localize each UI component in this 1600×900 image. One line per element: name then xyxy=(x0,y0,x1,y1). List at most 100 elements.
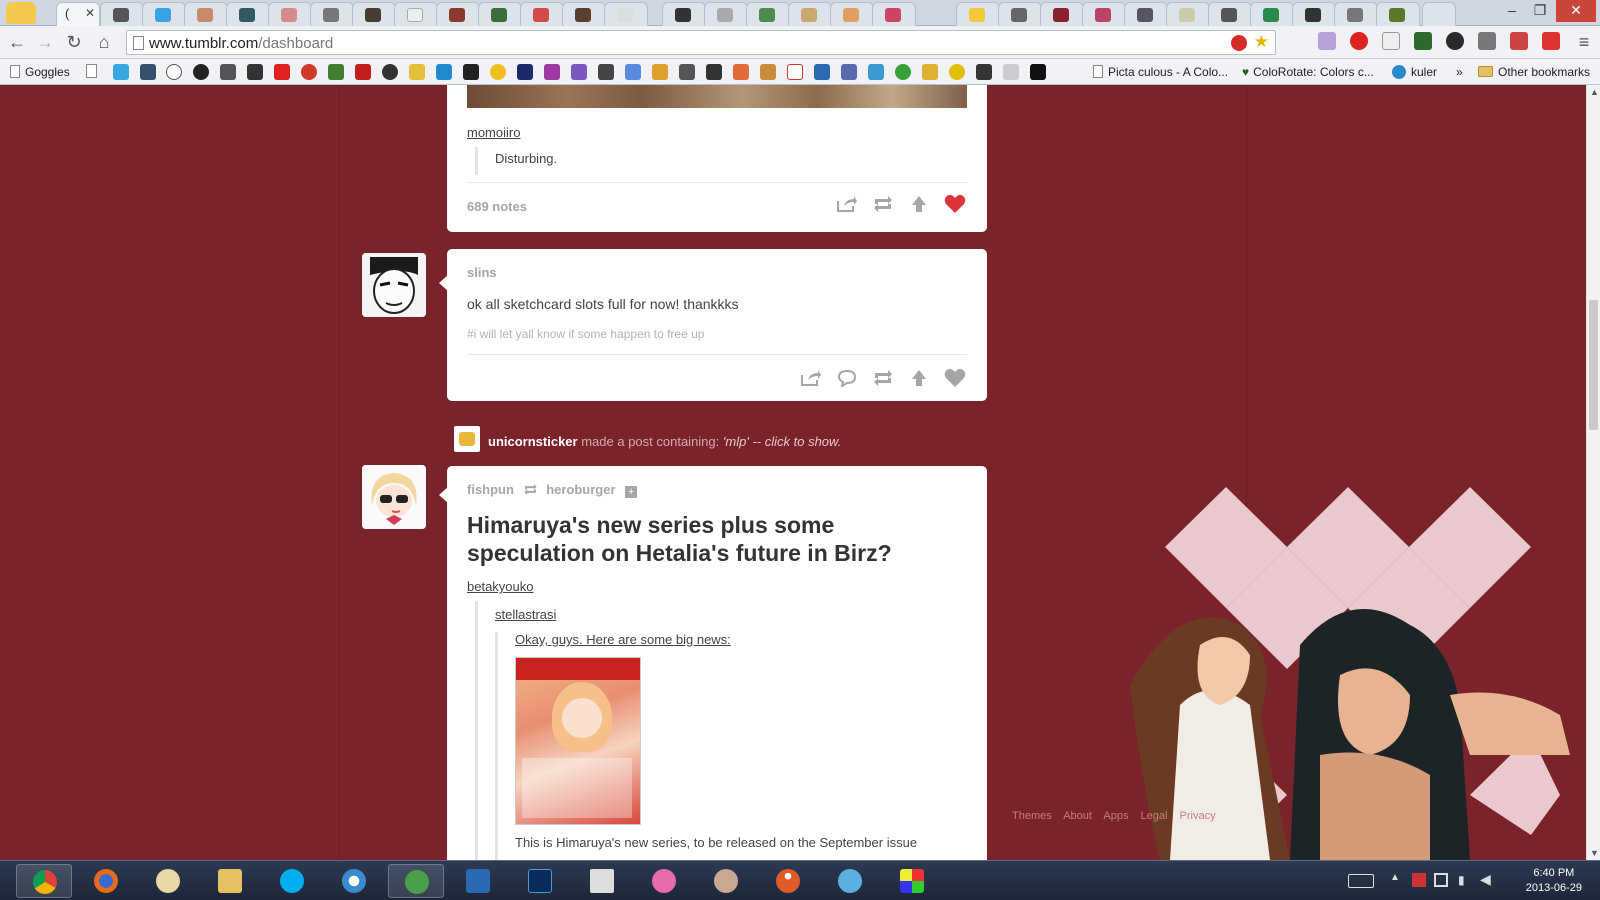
paw-icon[interactable] xyxy=(382,64,398,80)
tab[interactable] xyxy=(394,2,438,26)
tab[interactable] xyxy=(746,2,790,26)
taskbar-itunes[interactable] xyxy=(326,864,382,898)
hidden-post-notice[interactable]: unicornsticker made a post containing: '… xyxy=(488,434,841,449)
extension-icon[interactable] xyxy=(1446,32,1464,50)
follow-plus-icon[interactable]: + xyxy=(625,486,638,498)
bookmark-link[interactable]: Picta culous - A Colo... xyxy=(1093,63,1228,81)
tab[interactable] xyxy=(1124,2,1168,26)
bookmark-icon[interactable] xyxy=(625,64,641,80)
bookmark-icon[interactable] xyxy=(706,64,722,80)
tab[interactable] xyxy=(1250,2,1294,26)
bookmark-icon[interactable] xyxy=(598,64,614,80)
fan-mail-icon[interactable] xyxy=(907,367,931,389)
bookmark-star-icon[interactable]: ★ xyxy=(1254,32,1269,52)
tab[interactable] xyxy=(352,2,396,26)
footer-link-themes[interactable]: Themes xyxy=(1012,810,1052,822)
bookmark-folder[interactable]: Goggles xyxy=(10,63,70,81)
avatar[interactable] xyxy=(362,465,426,529)
taskbar-app[interactable] xyxy=(388,864,444,898)
bookmark-icon[interactable] xyxy=(436,64,452,80)
post-tags[interactable]: #i will let yall know if some happen to … xyxy=(467,327,704,341)
extension-icon[interactable] xyxy=(1542,32,1560,50)
scroll-down-icon[interactable]: ▼ xyxy=(1590,848,1599,858)
post-photo[interactable] xyxy=(467,85,967,108)
bookmark-icon[interactable] xyxy=(841,64,857,80)
bookmark-icon[interactable] xyxy=(166,64,182,80)
scroll-up-icon[interactable]: ▲ xyxy=(1590,87,1599,97)
bookmark-icon[interactable] xyxy=(868,64,884,80)
tab[interactable] xyxy=(436,2,480,26)
taskbar-explorer[interactable] xyxy=(202,864,258,898)
tab[interactable] xyxy=(100,2,144,26)
tab[interactable] xyxy=(1376,2,1420,26)
tab[interactable] xyxy=(268,2,312,26)
reblog-icon[interactable] xyxy=(871,367,895,389)
bookmark-icon[interactable] xyxy=(1030,64,1046,80)
menu-icon[interactable]: ≡ xyxy=(1572,31,1596,53)
bookmark-icon[interactable] xyxy=(571,64,587,80)
taskbar-app[interactable] xyxy=(822,864,878,898)
tab[interactable] xyxy=(184,2,228,26)
bookmark-icon[interactable] xyxy=(544,64,560,80)
other-bookmarks-folder[interactable]: Other bookmarks xyxy=(1478,63,1590,81)
bookmark-icon[interactable] xyxy=(490,64,506,80)
notes-count[interactable]: 689 notes xyxy=(467,199,527,214)
youtube-icon[interactable] xyxy=(274,64,290,80)
taskbar-photoshop-elements[interactable] xyxy=(450,864,506,898)
scrollbar-thumb[interactable] xyxy=(1589,300,1598,430)
tab[interactable] xyxy=(226,2,270,26)
taskbar-photoshop[interactable] xyxy=(512,864,568,898)
tab[interactable] xyxy=(830,2,874,26)
close-tab-icon[interactable]: ✕ xyxy=(85,6,95,20)
bookmark-icon[interactable] xyxy=(220,64,236,80)
new-tab-button[interactable] xyxy=(1422,2,1456,26)
taskbar-osu[interactable] xyxy=(636,864,692,898)
footer-link-privacy[interactable]: Privacy xyxy=(1180,810,1216,822)
bookmark-icon[interactable] xyxy=(1003,64,1019,80)
tab[interactable] xyxy=(1166,2,1210,26)
magazine-cover-image[interactable] xyxy=(515,657,641,825)
eyedropper-icon[interactable] xyxy=(1478,32,1496,50)
bookmark-icon[interactable] xyxy=(679,64,695,80)
bookmark-link[interactable]: kuler xyxy=(1392,63,1437,81)
extension-icon[interactable] xyxy=(1510,32,1528,50)
keyboard-icon[interactable] xyxy=(1348,874,1374,888)
tab[interactable] xyxy=(1040,2,1084,26)
avatar[interactable] xyxy=(362,253,426,317)
gmail-icon[interactable] xyxy=(787,64,803,80)
flag-icon[interactable] xyxy=(1412,873,1426,887)
extension-icon[interactable] xyxy=(1318,32,1336,50)
fan-mail-icon[interactable] xyxy=(907,193,931,215)
like-heart-icon[interactable] xyxy=(943,193,967,215)
taskbar-paint[interactable] xyxy=(140,864,196,898)
bookmark-icon[interactable] xyxy=(922,64,938,80)
footer-link-apps[interactable]: Apps xyxy=(1103,810,1128,822)
tab[interactable] xyxy=(662,2,706,26)
tab[interactable] xyxy=(956,2,1000,26)
taskbar-app[interactable] xyxy=(884,864,940,898)
reblogged-from-username[interactable]: heroburger xyxy=(546,482,615,497)
tab[interactable] xyxy=(478,2,522,26)
adblock-icon[interactable] xyxy=(1231,35,1247,51)
extension-icon[interactable] xyxy=(1414,32,1432,50)
reblog-icon[interactable] xyxy=(871,193,895,215)
tab[interactable] xyxy=(562,2,606,26)
bookmark-icon[interactable] xyxy=(814,64,830,80)
address-bar[interactable]: www.tumblr.com/dashboard ★ xyxy=(126,30,1276,55)
tab[interactable] xyxy=(520,2,564,26)
tab[interactable] xyxy=(704,2,748,26)
maximize-button[interactable]: ❐ xyxy=(1526,0,1554,22)
announcement-link[interactable]: Okay, guys. Here are some big news: xyxy=(515,632,967,647)
bookmark-icon[interactable] xyxy=(652,64,668,80)
reply-icon[interactable] xyxy=(835,367,859,389)
post-title[interactable]: Himaruya's new series plus some speculat… xyxy=(467,511,967,567)
reblog-source-link[interactable]: momoiiro xyxy=(467,125,520,140)
tab[interactable] xyxy=(1292,2,1336,26)
extension-icon[interactable] xyxy=(1382,32,1400,50)
tab[interactable] xyxy=(872,2,916,26)
home-icon[interactable]: ⌂ xyxy=(92,31,116,53)
bookmark-icon[interactable] xyxy=(355,64,371,80)
taskbar-skype[interactable] xyxy=(264,864,320,898)
reblog-source-link[interactable]: betakyouko xyxy=(467,579,534,594)
star-icon[interactable] xyxy=(463,64,479,80)
